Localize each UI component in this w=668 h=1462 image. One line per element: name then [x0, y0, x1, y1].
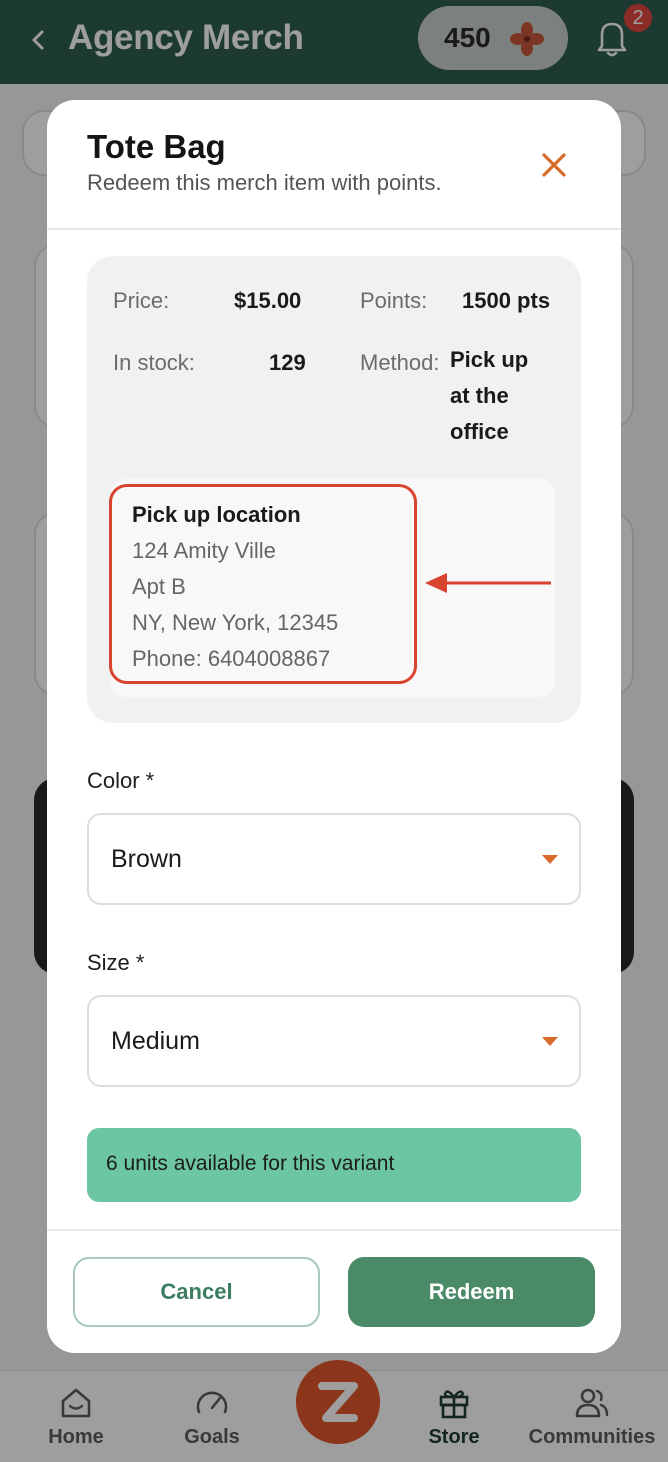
pickup-location-title: Pick up location	[132, 502, 301, 527]
stock-label: In stock:	[113, 350, 195, 375]
redeem-modal: Tote Bag Redeem this merch item with poi…	[47, 100, 621, 1353]
chevron-down-icon	[542, 855, 558, 864]
chevron-down-icon	[542, 1037, 558, 1046]
color-select-value: Brown	[111, 845, 182, 873]
close-icon[interactable]	[537, 148, 571, 182]
modal-title: Tote Bag	[87, 128, 226, 165]
points-cost-value: 1500 pts	[462, 288, 551, 313]
pickup-address-line: Apt B	[132, 574, 186, 599]
modal-subtitle: Redeem this merch item with points.	[87, 170, 442, 195]
color-label: Color *	[87, 768, 155, 793]
price-label: Price:	[113, 288, 170, 313]
pickup-address-line: NY, New York, 12345	[132, 610, 339, 635]
method-line: office	[450, 419, 509, 444]
item-details-card: Price: $15.00 Points: 1500 pts In stock:…	[87, 256, 581, 723]
annotation-arrow-icon	[425, 573, 551, 593]
size-select[interactable]: Medium	[87, 995, 581, 1087]
method-label: Method:	[360, 350, 440, 375]
method-line: at the	[450, 383, 509, 408]
stock-value: 129	[269, 350, 306, 375]
pickup-address-line: 124 Amity Ville	[132, 538, 276, 563]
pickup-phone-line: Phone: 6404008867	[132, 646, 331, 671]
color-select[interactable]: Brown	[87, 813, 581, 905]
redeem-button[interactable]: Redeem	[348, 1257, 595, 1327]
availability-banner: 6 units available for this variant	[87, 1128, 581, 1202]
header-divider	[47, 228, 621, 230]
method-value: Pick up at the office	[450, 342, 570, 450]
cancel-button[interactable]: Cancel	[73, 1257, 320, 1327]
size-label: Size *	[87, 950, 145, 975]
footer-divider	[47, 1229, 621, 1231]
price-value: $15.00	[234, 288, 302, 313]
size-select-value: Medium	[111, 1027, 200, 1055]
method-line: Pick up	[450, 347, 529, 372]
availability-text: 6 units available for this variant	[106, 1152, 395, 1175]
points-label: Points:	[360, 288, 428, 313]
